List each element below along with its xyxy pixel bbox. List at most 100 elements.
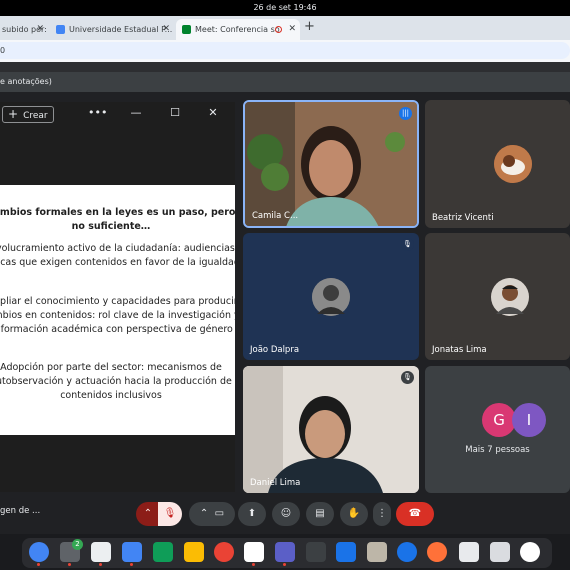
slides-icon[interactable] xyxy=(122,542,142,562)
emoji-icon: ☺ xyxy=(280,508,292,519)
running-indicator xyxy=(99,563,102,566)
meet-icon xyxy=(182,25,191,34)
slide-point: Ampliar el conocimiento y capacidades pa… xyxy=(0,296,235,335)
camera-button[interactable]: ⌃ ▭ xyxy=(189,502,235,526)
raise-hand-button[interactable]: ✋ xyxy=(340,502,368,526)
trash-icon[interactable] xyxy=(490,542,510,562)
chrome-icon[interactable] xyxy=(29,542,49,562)
notice-bar: e anotações) xyxy=(0,72,570,92)
tab-document[interactable]: subido por: Confe ✕ xyxy=(0,19,48,40)
notification-badge: 2 xyxy=(72,539,83,550)
minimize-icon[interactable]: — xyxy=(128,106,144,120)
present-button[interactable]: ⬆ xyxy=(238,502,266,526)
university-icon xyxy=(56,25,65,34)
tab-university[interactable]: Universidade Estadual P... ✕ xyxy=(50,19,174,40)
settings-icon[interactable] xyxy=(520,542,540,562)
more-participants-label: Mais 7 pessoas xyxy=(465,445,530,455)
mic-off-icon: 🎙 xyxy=(401,371,414,384)
search-icon[interactable] xyxy=(459,542,479,562)
close-icon[interactable]: ✕ xyxy=(36,19,44,40)
chevron-up-icon: ⌃ xyxy=(199,508,209,519)
tab-label: Meet: Conferencia so xyxy=(195,25,280,34)
running-indicator xyxy=(68,563,71,566)
captions-button[interactable]: ▤ xyxy=(306,502,334,526)
tab-meet[interactable]: Meet: Conferencia so ✕ xyxy=(176,19,300,40)
participant-name: Beatriz Vicenti xyxy=(432,213,494,223)
audio-options-button[interactable]: ⌃ xyxy=(136,502,160,526)
recording-icon xyxy=(275,26,282,33)
participant-name: Daniel Lima xyxy=(250,478,301,488)
avatar xyxy=(312,278,350,316)
participant-tile[interactable]: Beatriz Vicenti xyxy=(425,100,570,228)
teams-icon[interactable] xyxy=(275,542,295,562)
captions-icon: ▤ xyxy=(315,508,325,519)
hand-icon: ✋ xyxy=(347,508,361,519)
avatar-image xyxy=(491,278,529,316)
mic-off-icon: 🎙 xyxy=(163,508,177,519)
camera-feed xyxy=(245,102,417,226)
running-indicator xyxy=(130,563,133,566)
close-icon[interactable]: ✕ xyxy=(288,19,296,40)
presentation-toolbar: + Crear ••• — ☐ ✕ xyxy=(0,102,235,126)
close-icon[interactable]: ✕ xyxy=(205,106,221,120)
gmail-icon[interactable] xyxy=(214,542,234,562)
end-call-icon: ☎ xyxy=(408,508,422,519)
avatar-image xyxy=(312,278,350,316)
running-indicator xyxy=(252,563,255,566)
participant-tile[interactable]: 🎙 João Dalpra xyxy=(243,233,419,360)
running-indicator xyxy=(37,563,40,566)
sheets-icon[interactable] xyxy=(153,542,173,562)
avatar xyxy=(491,278,529,316)
call-controls: gen de ... ⌃ 🎙 ⌃ ▭ ⬆ ☺ ▤ ✋ ⋮ ☎ xyxy=(0,496,570,534)
speaking-icon: ||| xyxy=(399,107,412,120)
participant-tile[interactable]: Jonatas Lima xyxy=(425,233,570,360)
address-bar[interactable]: 0 xyxy=(0,42,570,59)
leave-call-button[interactable]: ☎ xyxy=(396,502,434,526)
participant-name: João Dalpra xyxy=(250,345,300,355)
maximize-icon[interactable]: ☐ xyxy=(167,106,183,120)
acrobat-icon[interactable] xyxy=(184,542,204,562)
chevron-up-icon: ⌃ xyxy=(143,508,153,519)
more-participants-tile[interactable]: G I Mais 7 pessoas xyxy=(425,366,570,493)
running-indicator xyxy=(283,563,286,566)
reactions-button[interactable]: ☺ xyxy=(272,502,300,526)
participant-tile[interactable]: 🎙 Daniel Lima xyxy=(243,366,419,493)
present-icon: ⬆ xyxy=(247,508,257,519)
camera-feed xyxy=(243,366,419,493)
camera-icon: ▭ xyxy=(214,508,225,519)
calculator-icon[interactable] xyxy=(306,542,326,562)
close-icon[interactable]: ✕ xyxy=(162,19,170,40)
presentation-panel: + Crear ••• — ☐ ✕ Cambios formales en la … xyxy=(0,102,235,492)
docs-icon[interactable] xyxy=(91,542,111,562)
toolbar: 0 xyxy=(0,40,570,62)
tab-strip: subido por: Confe ✕ Universidade Estadua… xyxy=(0,16,570,40)
slide-point: Adopción por parte del sector: mecanismo… xyxy=(0,362,232,401)
meeting-title: gen de ... xyxy=(0,506,41,516)
more-options-button[interactable]: ⋮ xyxy=(373,502,391,526)
participant-tile[interactable]: ||| Camila C... xyxy=(243,100,419,228)
create-button[interactable]: + Crear xyxy=(2,106,54,123)
calendar-icon[interactable] xyxy=(244,542,264,562)
avatar-initial: I xyxy=(512,403,546,437)
mic-off-icon: 🎙 xyxy=(401,238,414,251)
new-tab-icon[interactable]: + xyxy=(304,19,315,34)
microphone-button[interactable]: 🎙 xyxy=(158,502,182,526)
screen: 26 de set 19:46 subido por: Confe ✕ Univ… xyxy=(0,0,570,570)
screenshot-icon[interactable] xyxy=(336,542,356,562)
firefox-icon[interactable] xyxy=(427,542,447,562)
slide-title: Cambios formales en la leyes es un paso,… xyxy=(0,207,235,232)
avatar-image xyxy=(494,145,532,183)
more-options-icon[interactable]: ••• xyxy=(88,106,107,120)
plus-icon: + xyxy=(8,107,19,121)
participant-name: Camila C... xyxy=(252,211,299,221)
help-icon[interactable] xyxy=(397,542,417,562)
slide-point: Involucramiento activo de la ciudadanía:… xyxy=(0,243,235,268)
divider xyxy=(0,62,570,72)
tab-label: Universidade Estadual P... xyxy=(69,25,173,34)
create-label: Crear xyxy=(23,111,48,121)
slide: Cambios formales en la leyes es un paso,… xyxy=(0,185,235,435)
more-vert-icon: ⋮ xyxy=(377,508,387,519)
avatar xyxy=(494,145,532,183)
participant-name: Jonatas Lima xyxy=(432,345,487,355)
text-editor-icon[interactable] xyxy=(367,542,387,562)
